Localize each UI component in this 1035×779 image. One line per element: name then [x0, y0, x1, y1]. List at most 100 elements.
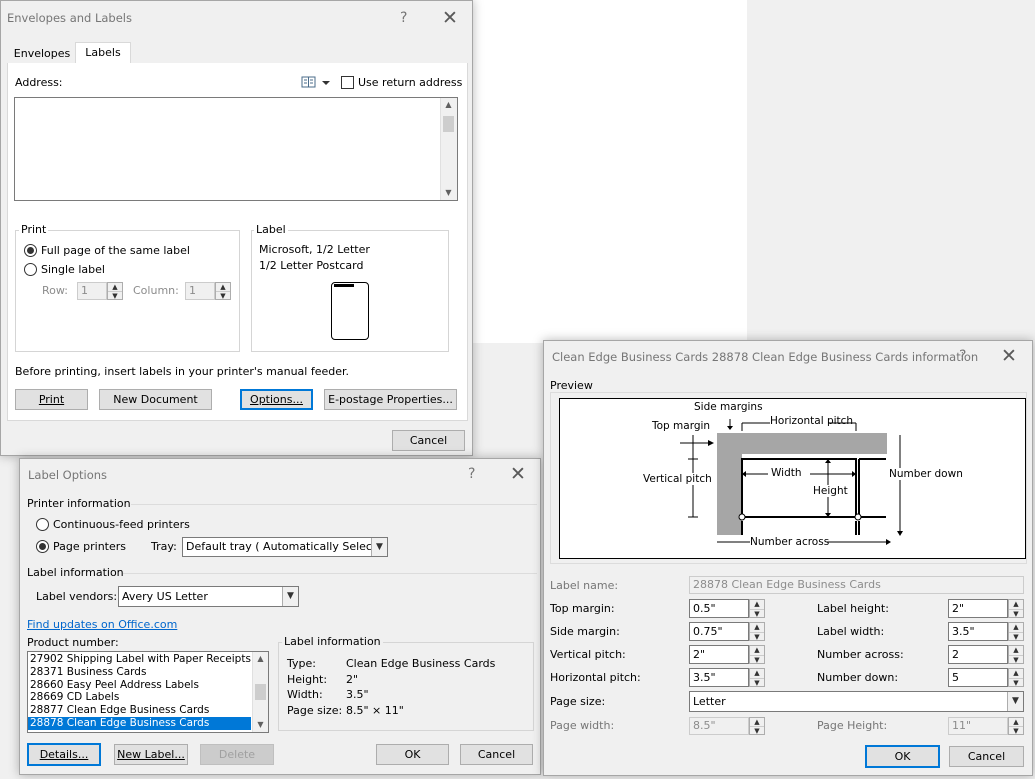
- horizontal-pitch-label: Horizontal pitch: [770, 415, 854, 427]
- product-list-item[interactable]: 28878 Clean Edge Business Cards: [28, 716, 251, 730]
- detail-field-input[interactable]: 3.5": [689, 668, 749, 687]
- detail-field-spinner[interactable]: ▲ ▼: [749, 622, 765, 641]
- product-list-scrollbar[interactable]: ▲ ▼: [252, 652, 268, 732]
- address-scrollbar[interactable]: ▲ ▼: [440, 98, 457, 200]
- ok-button[interactable]: OK: [376, 744, 449, 765]
- help-icon[interactable]: ?: [400, 10, 407, 26]
- detail-field-label: Vertical pitch:: [550, 648, 626, 661]
- detail-field-spinner[interactable]: ▲ ▼: [1008, 622, 1024, 641]
- tab-labels[interactable]: Labels: [75, 42, 131, 64]
- label-preview-icon: [331, 282, 369, 340]
- epostage-properties-button[interactable]: E-postage Properties...: [324, 389, 457, 410]
- column-input[interactable]: 1: [185, 282, 215, 300]
- cancel-button[interactable]: Cancel: [392, 430, 465, 451]
- label-info-key: Type:: [287, 657, 316, 670]
- continuous-feed-radio[interactable]: [36, 518, 49, 531]
- address-book-icon[interactable]: [301, 75, 331, 90]
- page-height-spinner[interactable]: ▲ ▼: [1008, 717, 1024, 735]
- full-page-radio[interactable]: [24, 244, 37, 257]
- scroll-down-icon[interactable]: ▼: [441, 186, 456, 200]
- scroll-down-icon[interactable]: ▼: [253, 718, 268, 732]
- tray-label: Tray:: [151, 540, 177, 553]
- row-label: Row:: [42, 284, 68, 297]
- new-label-button[interactable]: New Label...: [114, 744, 188, 765]
- scroll-up-icon[interactable]: ▲: [253, 652, 268, 666]
- close-icon[interactable]: ✕: [442, 9, 458, 28]
- detail-field-input[interactable]: 2": [948, 599, 1008, 618]
- number-across-label: Number across: [750, 536, 830, 548]
- label-vendors-select[interactable]: Avery US Letter ▼: [118, 586, 299, 607]
- detail-field-input[interactable]: 3.5": [948, 622, 1008, 641]
- delete-button[interactable]: Delete: [200, 744, 274, 765]
- product-items: 27902 Shipping Label with Paper Receipts…: [28, 653, 251, 730]
- detail-field-spinner[interactable]: ▲ ▼: [1008, 599, 1024, 618]
- product-list-item[interactable]: 27902 Shipping Label with Paper Receipts: [28, 653, 251, 666]
- use-return-address-label: Use return address: [358, 76, 463, 89]
- product-list-item[interactable]: 28669 CD Labels: [28, 691, 251, 704]
- use-return-address-checkbox[interactable]: [341, 76, 354, 89]
- address-textarea[interactable]: ▲ ▼: [14, 97, 458, 201]
- page-size-select[interactable]: Letter ▼: [689, 691, 1024, 712]
- new-document-button[interactable]: New Document: [99, 389, 212, 410]
- page-width-input[interactable]: 8.5": [689, 717, 749, 735]
- page-printers-radio[interactable]: [36, 540, 49, 553]
- tray-select[interactable]: Default tray ( Automatically Select) ▼: [182, 537, 388, 557]
- label-line-1: Microsoft, 1/2 Letter: [259, 243, 370, 256]
- detail-field-spinner[interactable]: ▲ ▼: [749, 645, 765, 664]
- details-button[interactable]: Details...: [27, 743, 101, 766]
- label-details-dialog: Clean Edge Business Cards 28878 Clean Ed…: [543, 340, 1033, 776]
- detail-field-input[interactable]: 2: [948, 645, 1008, 664]
- product-number-label: Product number:: [27, 636, 119, 649]
- width-label: Width: [771, 467, 802, 479]
- page-width-spinner[interactable]: ▲ ▼: [749, 717, 765, 735]
- close-icon[interactable]: ✕: [1001, 347, 1017, 366]
- product-number-list[interactable]: 27902 Shipping Label with Paper Receipts…: [27, 651, 269, 733]
- help-icon[interactable]: ?: [959, 348, 966, 364]
- label-info-value: 2": [346, 672, 359, 686]
- print-button[interactable]: Print: [15, 389, 88, 410]
- close-icon[interactable]: ✕: [510, 465, 526, 484]
- label-info-value: Clean Edge Business Cards: [346, 657, 496, 670]
- help-icon[interactable]: ?: [468, 466, 475, 482]
- cancel-button[interactable]: Cancel: [949, 746, 1024, 767]
- product-list-item[interactable]: 28371 Business Cards: [28, 666, 251, 679]
- single-label-radio[interactable]: [24, 263, 37, 276]
- label-information-group-label: Label information: [282, 635, 383, 648]
- product-list-item[interactable]: 28877 Clean Edge Business Cards: [28, 704, 251, 717]
- row-input[interactable]: 1: [77, 282, 107, 300]
- options-button[interactable]: Options...: [240, 389, 313, 410]
- page-height-input[interactable]: 11": [948, 717, 1008, 735]
- tab-envelopes[interactable]: Envelopes: [9, 45, 75, 63]
- label-name-input[interactable]: 28878 Clean Edge Business Cards: [689, 576, 1024, 594]
- label-vendors-label: Label vendors:: [36, 590, 118, 603]
- product-list-item[interactable]: 28660 Easy Peel Address Labels: [28, 679, 251, 692]
- detail-field-spinner[interactable]: ▲ ▼: [749, 599, 765, 618]
- chevron-down-icon[interactable]: ▼: [282, 587, 298, 606]
- detail-field-input[interactable]: 0.75": [689, 622, 749, 641]
- scroll-up-icon[interactable]: ▲: [441, 98, 456, 112]
- column-spinner[interactable]: ▲ ▼: [215, 282, 231, 300]
- column-label: Column:: [133, 284, 179, 297]
- detail-field-input[interactable]: 0.5": [689, 599, 749, 618]
- cancel-button[interactable]: Cancel: [460, 744, 533, 765]
- page-height-label: Page Height:: [817, 719, 888, 732]
- detail-field-label: Number down:: [817, 671, 899, 684]
- detail-field-spinner[interactable]: ▲ ▼: [1008, 645, 1024, 664]
- row-spinner[interactable]: ▲ ▼: [107, 282, 123, 300]
- detail-field-spinner[interactable]: ▲ ▼: [749, 668, 765, 687]
- single-label-label: Single label: [41, 263, 105, 276]
- ok-button[interactable]: OK: [865, 745, 940, 768]
- detail-field-spinner[interactable]: ▲ ▼: [1008, 668, 1024, 687]
- page-printers-label: Page printers: [53, 540, 126, 553]
- dialog-title: Label Options: [28, 468, 108, 482]
- printer-information-heading: Printer information: [27, 497, 537, 510]
- chevron-down-icon[interactable]: ▼: [371, 538, 387, 556]
- side-margins-label: Side margins: [694, 401, 763, 413]
- detail-field-input[interactable]: 2": [689, 645, 749, 664]
- scroll-thumb[interactable]: [255, 684, 266, 700]
- detail-field-input[interactable]: 5: [948, 668, 1008, 687]
- scroll-thumb[interactable]: [443, 116, 454, 132]
- chevron-down-icon[interactable]: ▼: [1007, 692, 1023, 711]
- label-info-key: Page size:: [287, 703, 343, 717]
- find-updates-link[interactable]: Find updates on Office.com: [27, 618, 177, 631]
